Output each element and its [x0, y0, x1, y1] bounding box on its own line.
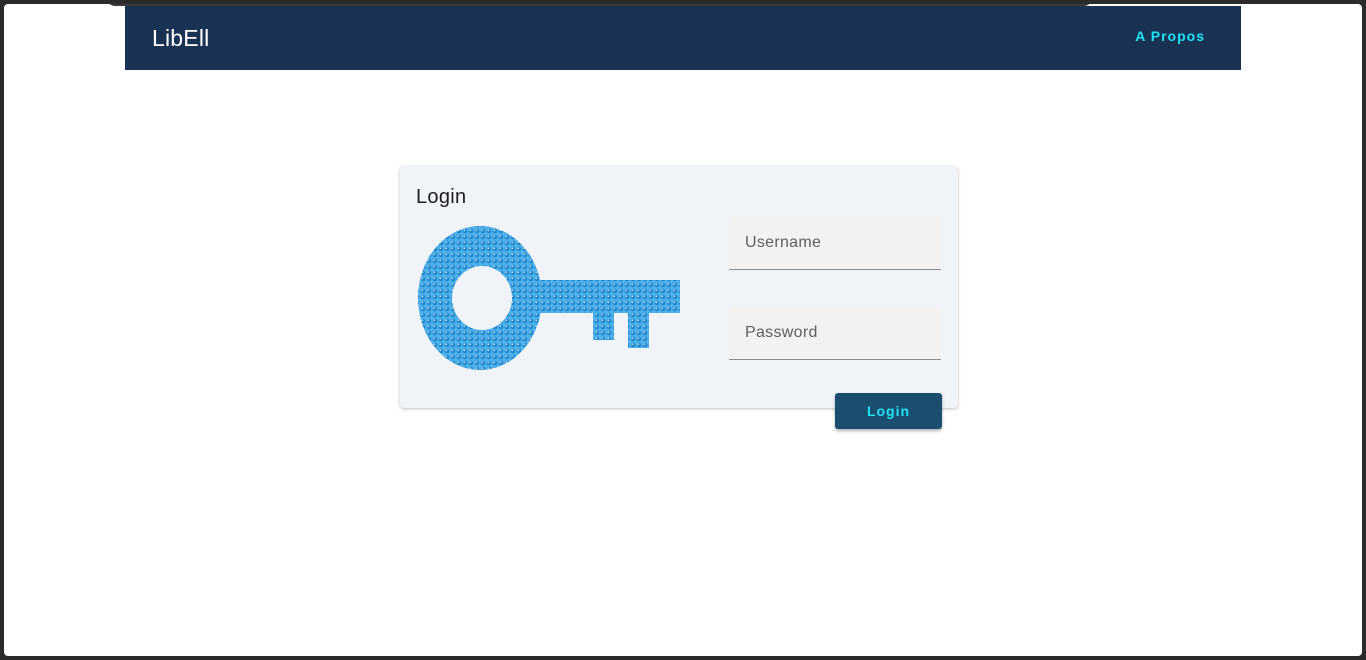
- password-input[interactable]: [729, 306, 941, 359]
- key-icon: [418, 225, 680, 371]
- app-title: LibEll: [152, 24, 210, 51]
- username-field[interactable]: [729, 216, 941, 270]
- login-card-title: Login: [416, 186, 467, 208]
- login-button[interactable]: Login: [835, 393, 942, 429]
- password-field[interactable]: [729, 306, 941, 360]
- about-link[interactable]: A Propos: [1135, 28, 1205, 44]
- app-header: LibEll A Propos: [125, 6, 1241, 70]
- login-card: Login: [400, 166, 958, 408]
- username-input[interactable]: [729, 216, 941, 269]
